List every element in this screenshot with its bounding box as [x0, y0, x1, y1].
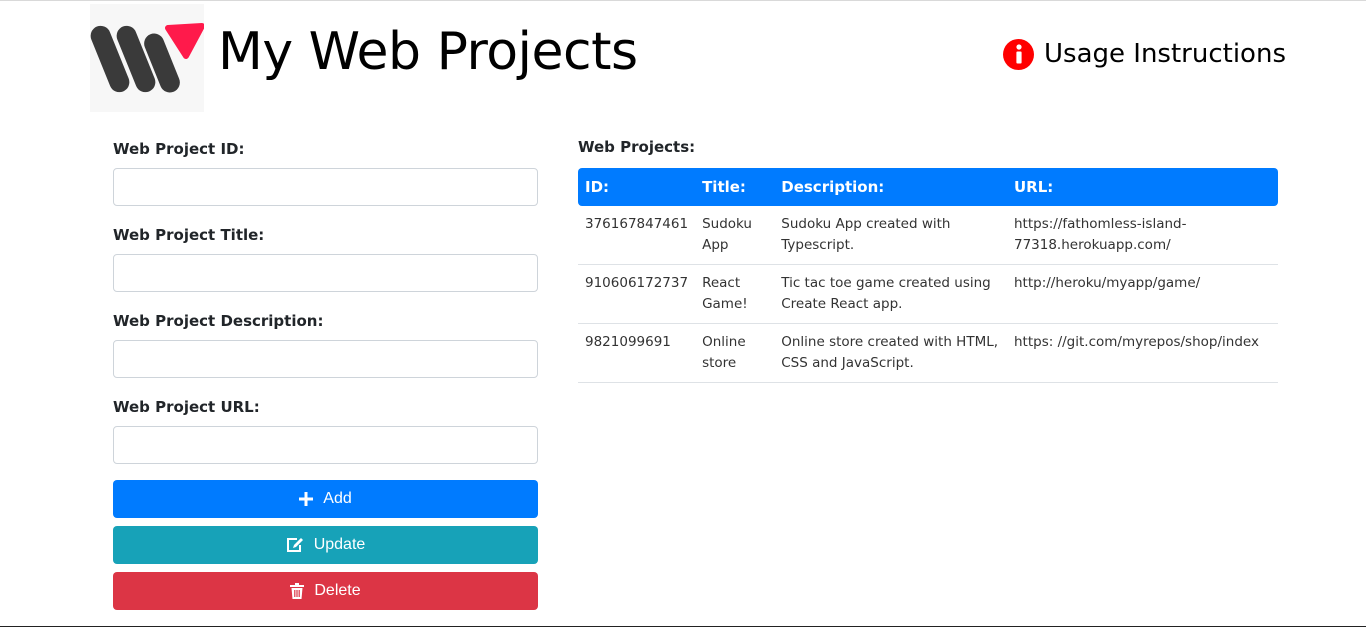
- table-row[interactable]: 376167847461 Sudoku App Sudoku App creat…: [578, 206, 1278, 265]
- column-header-id: ID:: [585, 178, 610, 196]
- edit-icon: [286, 537, 304, 553]
- project-id-label: Web Project ID:: [113, 140, 245, 158]
- usage-instructions-link[interactable]: Usage Instructions: [1003, 36, 1286, 72]
- plus-icon: [299, 492, 314, 506]
- page-title: My Web Projects: [218, 22, 638, 82]
- table-row[interactable]: 910606172737 React Game! Tic tac toe gam…: [578, 264, 1278, 324]
- cell-title: React Game!: [695, 264, 775, 324]
- add-button[interactable]: Add: [113, 480, 538, 518]
- cell-title: Online store: [695, 323, 775, 383]
- column-header-title: Title:: [702, 178, 746, 196]
- cell-id: 910606172737: [578, 264, 696, 324]
- project-id-input[interactable]: [113, 168, 538, 206]
- add-button-label: Add: [323, 490, 352, 507]
- table-header-row: ID: Title: Description: URL:: [578, 168, 1278, 206]
- delete-button[interactable]: Delete: [113, 572, 538, 610]
- trash-icon: [290, 583, 305, 599]
- usage-instructions-label: Usage Instructions: [1044, 39, 1286, 69]
- project-description-input[interactable]: [113, 340, 538, 378]
- column-header-description: Description:: [781, 178, 885, 196]
- column-header-url: URL:: [1013, 178, 1054, 196]
- info-circle-icon: [1003, 38, 1035, 70]
- project-description-label: Web Project Description:: [113, 312, 324, 330]
- cell-url: https: //git.com/myrepos/shop/index: [1006, 323, 1278, 383]
- project-title-label: Web Project Title:: [113, 226, 265, 244]
- cell-id: 376167847461: [578, 206, 696, 265]
- cell-title: Sudoku App: [695, 206, 775, 265]
- project-title-input[interactable]: [113, 254, 538, 292]
- update-button[interactable]: Update: [113, 526, 538, 564]
- page: My Web Projects Usage Instructions Web P…: [0, 0, 1366, 627]
- cell-id: 9821099691: [578, 323, 696, 383]
- table-row[interactable]: 9821099691 Online store Online store cre…: [578, 323, 1278, 383]
- project-url-input[interactable]: [113, 426, 538, 464]
- cell-description: Tic tac toe game created using Create Re…: [774, 264, 1007, 324]
- cell-url: http://heroku/myapp/game/: [1006, 264, 1278, 324]
- cell-description: Online store created with HTML, CSS and …: [774, 323, 1007, 383]
- cell-url: https://fathomless-island-77318.herokuap…: [1006, 206, 1278, 265]
- w-logo-icon: [90, 4, 204, 112]
- update-button-label: Update: [313, 536, 366, 553]
- delete-button-label: Delete: [314, 582, 361, 599]
- projects-table: ID: Title: Description: URL: 37616784746…: [578, 168, 1278, 383]
- top-divider: [0, 0, 1366, 1]
- projects-heading: Web Projects:: [578, 138, 696, 156]
- cell-description: Sudoku App created with Typescript.: [774, 206, 1007, 265]
- project-url-label: Web Project URL:: [113, 398, 260, 416]
- project-form: Web Project ID: Web Project Title: Web P…: [113, 138, 538, 610]
